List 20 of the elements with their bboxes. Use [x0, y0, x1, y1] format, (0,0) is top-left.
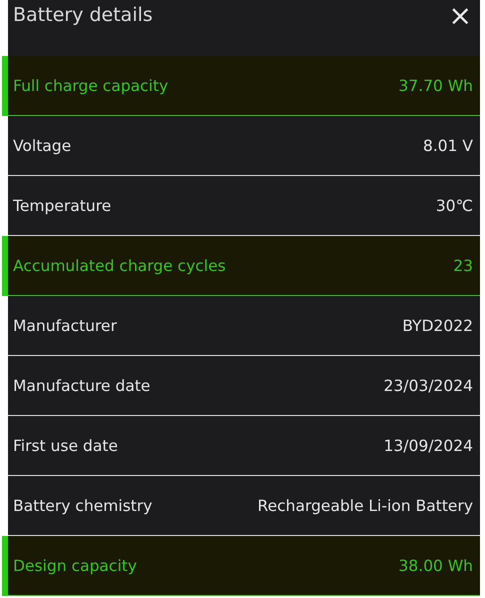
row-label: Full charge capacity — [13, 76, 168, 94]
row-value: 23/03/2024 — [384, 376, 473, 394]
row-label: Battery chemistry — [13, 496, 152, 514]
close-button[interactable]: × — [448, 4, 472, 28]
row-value: 37.70 Wh — [398, 76, 473, 94]
row-label: Manufacturer — [13, 316, 117, 334]
row-value: BYD2022 — [402, 316, 473, 334]
row-value: 8.01 V — [422, 136, 473, 154]
row-label: Design capacity — [13, 556, 137, 574]
row-label: Accumulated charge cycles — [13, 256, 226, 274]
row-label: First use date — [13, 436, 118, 454]
row-label: Temperature — [13, 196, 112, 214]
row-value: 38.00 Wh — [398, 556, 473, 574]
row-label: Manufacture date — [13, 376, 150, 394]
row-value: 13/09/2024 — [384, 436, 473, 454]
row-label: Voltage — [13, 136, 72, 154]
window-title: Battery details — [13, 4, 153, 26]
row-value: 23 — [453, 256, 473, 274]
row-value: Rechargeable Li-ion Battery — [258, 496, 473, 514]
row-value: 30℃ — [436, 196, 473, 214]
